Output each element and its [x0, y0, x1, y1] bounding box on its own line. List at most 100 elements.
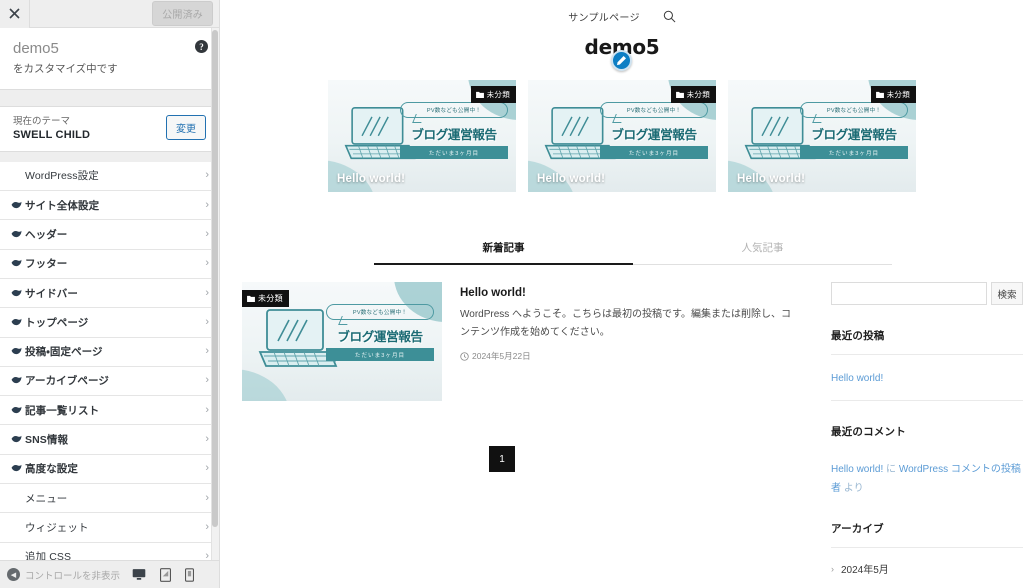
category-badge[interactable]: 未分類 — [470, 86, 516, 103]
comment-post-link[interactable]: Hello world! — [831, 464, 883, 475]
section-gap — [0, 89, 219, 100]
search-icon[interactable] — [663, 10, 676, 23]
thumb-bubble-text: PV数なども公開中！ — [800, 102, 908, 118]
hero-card[interactable]: PV数なども公開中！ ブログ運営報告 ただいま3ヶ月目 未分類 Hello world! — [528, 80, 716, 192]
pencil-icon[interactable] — [611, 50, 632, 71]
hero-card[interactable]: PV数なども公開中！ ブログ運営報告 ただいま3ヶ月目 未分類 Hello world! — [728, 80, 916, 192]
post-title[interactable]: Hello world! — [460, 287, 798, 299]
thumb-title: ブログ運営報告 — [411, 127, 497, 142]
tab-1[interactable]: 新着記事 — [374, 233, 633, 265]
category-badge[interactable]: 未分類 — [242, 290, 289, 307]
sidebar-item-7[interactable]: 投稿・固定ページ › — [0, 337, 219, 367]
widget-body: Hello world! に WordPress コメントの投稿者 より — [831, 450, 1023, 498]
sidebar-item-2[interactable]: サイト全体設定 › — [0, 191, 219, 221]
customizer-topbar: 公開済み — [0, 0, 219, 28]
tab-2[interactable]: 人気記事 — [633, 233, 892, 264]
widget-archives: アーカイブ › 2024年5月 — [831, 521, 1023, 588]
tablet-icon[interactable] — [160, 567, 171, 582]
mobile-icon[interactable] — [185, 567, 194, 582]
category-badge[interactable]: 未分類 — [870, 86, 916, 103]
thumb-subtitle: ただいま3ヶ月目 — [326, 348, 434, 361]
widget-title: 最近のコメント — [831, 426, 906, 438]
chevron-right-icon: › — [831, 563, 834, 574]
nav-link-sample-page[interactable]: サンプルページ — [568, 9, 640, 24]
hero-card-caption: Hello world! — [337, 173, 406, 185]
sidebar-item-label: サイト全体設定 — [25, 199, 100, 212]
sidebar-item-6[interactable]: トップページ › — [0, 308, 219, 338]
sidebar-scrollbar[interactable] — [211, 28, 219, 560]
site-preview: サンプルページ demo5 PV数なども公開中！ ブログ運営報告 ただいま3ヶ月目未… — [220, 0, 1024, 588]
post-meta: 2024年5月22日 — [460, 350, 798, 362]
swell-bird-icon — [11, 230, 25, 239]
swell-bird-icon — [11, 289, 22, 296]
swell-bird-icon — [11, 435, 22, 443]
thumb-bubble-text: PV数なども公開中！ — [326, 304, 434, 320]
thumb-title: ブログ運営報告 — [611, 127, 697, 142]
swell-bird-icon — [11, 201, 22, 208]
swell-bird-icon — [11, 464, 25, 473]
swell-bird-icon — [11, 347, 22, 355]
close-icon[interactable] — [0, 0, 30, 28]
change-theme-button[interactable]: 変更 — [166, 115, 206, 141]
desktop-icon[interactable] — [132, 568, 146, 581]
swell-bird-icon — [11, 260, 22, 267]
sidebar-item-12[interactable]: メニュー › — [0, 484, 219, 514]
hero-card-caption: Hello world! — [737, 173, 806, 185]
thumb-bubble-text: PV数なども公開中！ — [600, 102, 708, 118]
chevron-right-icon: › — [205, 345, 209, 358]
search-button[interactable]: 検索 — [991, 282, 1023, 305]
swell-bird-icon — [11, 347, 25, 356]
sidebar-item-9[interactable]: 記事一覧リスト › — [0, 396, 219, 426]
sidebar-item-4[interactable]: フッター › — [0, 249, 219, 279]
current-theme-name: SWELL CHILD — [13, 128, 91, 141]
sidebar-item-label: ウィジェット — [25, 521, 89, 534]
swell-bird-icon — [11, 201, 25, 210]
swell-bird-icon — [11, 318, 22, 326]
swell-bird-icon — [11, 289, 25, 298]
customizing-subtitle: をカスタマイズ中です — [13, 62, 118, 75]
sidebar-item-13[interactable]: ウィジェット › — [0, 513, 219, 543]
post-list: PV数なども公開中！ ブログ運営報告 ただいま3ヶ月目 未分類 Hello wo… — [242, 282, 798, 588]
pagination-current[interactable]: 1 — [489, 446, 515, 472]
sidebar-item-14[interactable]: 追加 CSS › — [0, 542, 219, 560]
chevron-right-icon: › — [205, 286, 209, 299]
thumbnail-text: PV数なども公開中！ ブログ運営報告 ただいま3ヶ月目 — [800, 102, 908, 159]
chevron-right-icon: › — [205, 520, 209, 533]
customizer-scroll-area: demo5 をカスタマイズ中です ? 現在のテーマ SWELL CHILD 変更… — [0, 28, 219, 560]
widget-body: › 2024年5月 — [831, 547, 1023, 576]
search-input[interactable] — [831, 282, 987, 305]
sidebar-item-5[interactable]: サイドバー › — [0, 278, 219, 309]
post-body: Hello world! WordPress へようこそ。こちらは最初の投稿です… — [460, 282, 798, 401]
collapse-sidebar-button[interactable]: ◀ コントロールを非表示 — [7, 568, 120, 582]
post-tabs-wrap: 新着記事 人気記事 — [352, 233, 892, 265]
clock-icon — [460, 351, 469, 361]
sidebar-item-label: アーカイブページ — [25, 375, 109, 388]
help-icon[interactable]: ? — [195, 40, 208, 53]
sidebar-scrollbar-thumb[interactable] — [212, 30, 218, 527]
swell-bird-icon — [11, 259, 25, 268]
archive-item[interactable]: › 2024年5月 — [831, 561, 1023, 577]
sidebar-item-label: SNS情報 — [25, 434, 69, 447]
category-badge[interactable]: 未分類 — [670, 86, 716, 103]
collapse-label: コントロールを非表示 — [25, 570, 121, 582]
pagination: 1 — [242, 446, 798, 472]
recent-post-link[interactable]: Hello world! — [831, 373, 883, 384]
chevron-right-icon: › — [205, 374, 209, 387]
sidebar-item-3[interactable]: ヘッダー › — [0, 220, 219, 250]
publish-button[interactable]: 公開済み — [152, 1, 213, 26]
post-thumbnail[interactable]: PV数なども公開中！ ブログ運営報告 ただいま3ヶ月目 未分類 — [242, 282, 442, 401]
thumb-subtitle: ただいま3ヶ月目 — [400, 146, 508, 159]
widget-title: アーカイブ — [831, 523, 884, 535]
widget-recent-posts: 最近の投稿 Hello world! — [831, 328, 1023, 401]
sidebar-item-1[interactable]: WordPress設定 › — [0, 161, 219, 192]
sidebar-item-8[interactable]: アーカイブページ › — [0, 366, 219, 397]
sidebar-item-11[interactable]: 高度な設定 › — [0, 454, 219, 485]
hero-card[interactable]: PV数なども公開中！ ブログ運営報告 ただいま3ヶ月目 未分類 Hello world! — [328, 80, 516, 192]
thumb-title: ブログ運営報告 — [811, 127, 897, 142]
category-badge-label: 未分類 — [686, 90, 710, 99]
category-badge-label: 未分類 — [486, 90, 510, 99]
swell-bird-icon — [11, 377, 22, 384]
sidebar-item-label: WordPress設定 — [25, 170, 99, 183]
customizer-screen: 公開済み demo5 をカスタマイズ中です ? 現在のテーマ SWELL CHI… — [0, 0, 1024, 588]
sidebar-item-10[interactable]: SNS情報 › — [0, 425, 219, 455]
